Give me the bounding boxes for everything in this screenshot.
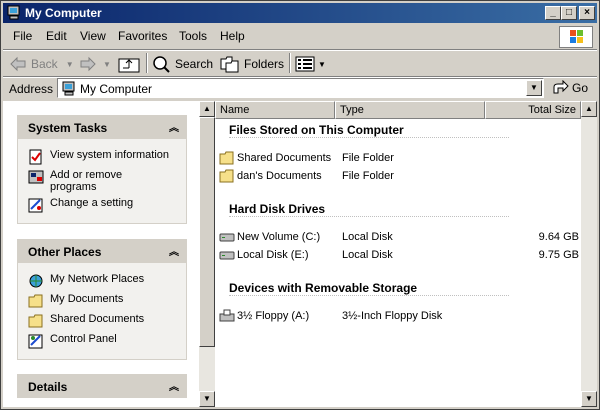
maximize-button[interactable]: □ <box>561 6 577 20</box>
folder-icon <box>219 169 234 183</box>
address-input[interactable]: My Computer ▼ <box>57 78 544 98</box>
task-pane-scrollbar[interactable]: ▲ ▼ <box>199 101 215 407</box>
place-my-network-places[interactable]: My Network Places <box>28 273 186 289</box>
column-header-total-size[interactable]: Total Size <box>485 101 581 119</box>
close-button[interactable]: × <box>579 6 595 20</box>
folders-button[interactable]: Folders <box>220 53 284 75</box>
menu-view[interactable]: View <box>80 29 106 43</box>
group-header: Devices with Removable Storage <box>229 281 418 295</box>
content-area: System Tasks ︽ View system information A… <box>3 101 597 407</box>
scroll-down-button[interactable]: ▼ <box>199 391 215 407</box>
views-button[interactable]: ▼ <box>295 53 326 75</box>
place-shared-documents[interactable]: Shared Documents <box>28 313 186 329</box>
go-button[interactable]: Go <box>551 80 588 96</box>
place-control-panel[interactable]: Control Panel <box>28 333 186 349</box>
hard-disk-icon <box>219 251 235 260</box>
minimize-button[interactable]: _ <box>545 6 561 20</box>
title-bar[interactable]: My Computer _ □ × <box>3 3 597 23</box>
collapse-chevron-icon[interactable]: ︽ <box>169 378 179 393</box>
table-row[interactable]: Shared Documents File Folder <box>219 151 589 167</box>
add-remove-icon <box>28 170 44 184</box>
system-tasks-panel: System Tasks ︽ View system information A… <box>17 115 187 224</box>
table-row[interactable]: 3½ Floppy (A:) 3½-Inch Floppy Disk <box>219 309 589 325</box>
menu-help[interactable]: Help <box>220 29 245 43</box>
forward-arrow-icon <box>80 56 96 72</box>
search-icon <box>153 56 170 73</box>
column-header-name[interactable]: Name <box>215 101 335 119</box>
folder-icon <box>28 314 43 328</box>
table-row[interactable]: dan's Documents File Folder <box>219 169 589 185</box>
menu-tools[interactable]: Tools <box>179 29 207 43</box>
task-view-system-info[interactable]: View system information <box>28 149 186 165</box>
other-places-header[interactable]: Other Places ︽ <box>17 239 187 263</box>
toolbar-separator <box>146 53 148 73</box>
my-computer-icon <box>7 5 20 20</box>
scroll-down-button[interactable]: ▼ <box>581 391 597 407</box>
task-pane-background: System Tasks ︽ View system information A… <box>3 101 199 407</box>
forward-button[interactable]: ▼ <box>79 53 111 75</box>
other-places-panel: Other Places ︽ My Network Places My Docu… <box>17 239 187 360</box>
file-list-scrollbar[interactable]: ▲ ▼ <box>581 101 597 407</box>
column-header-type[interactable]: Type <box>335 101 485 119</box>
details-header[interactable]: Details ︽ <box>17 374 187 398</box>
explorer-window: My Computer _ □ × File Edit View Favorit… <box>0 0 600 410</box>
control-panel-icon <box>28 334 43 349</box>
scroll-thumb[interactable] <box>199 117 215 347</box>
other-places-body: My Network Places My Documents Shared Do… <box>17 263 187 360</box>
menu-bar: File Edit View Favorites Tools Help <box>3 25 597 49</box>
windows-logo <box>559 26 593 48</box>
folder-icon <box>219 151 234 165</box>
system-tasks-body: View system information Add or remove pr… <box>17 139 187 224</box>
file-list-view: Name Type Total Size Files Stored on Thi… <box>215 101 597 407</box>
address-value: My Computer <box>80 82 153 96</box>
group-header: Files Stored on This Computer <box>229 123 404 137</box>
toolbar-separator <box>289 53 291 73</box>
folder-icon <box>28 294 43 308</box>
folders-icon <box>220 56 239 73</box>
group-divider <box>229 295 509 296</box>
back-button[interactable]: Back ▼ <box>9 53 74 75</box>
scroll-up-button[interactable]: ▲ <box>199 101 215 117</box>
hard-disk-icon <box>219 233 235 242</box>
table-row[interactable]: Local Disk (E:) Local Disk 9.75 GB <box>219 248 589 264</box>
address-label: Address <box>9 82 54 96</box>
window-title: My Computer <box>25 6 102 20</box>
task-add-remove-programs[interactable]: Add or remove programs <box>28 169 186 193</box>
table-row[interactable]: New Volume (C:) Local Disk 9.64 GB <box>219 230 589 246</box>
menu-file[interactable]: File <box>13 29 32 43</box>
address-dropdown-button[interactable]: ▼ <box>526 80 542 96</box>
task-pane: System Tasks ︽ View system information A… <box>3 101 199 407</box>
views-icon <box>295 56 315 72</box>
system-tasks-header[interactable]: System Tasks ︽ <box>17 115 187 139</box>
system-info-icon <box>29 149 42 165</box>
network-places-icon <box>29 274 43 288</box>
toolbar: Back ▼ ▼ Search Folders ▼ <box>3 51 597 75</box>
group-header: Hard Disk Drives <box>229 202 326 216</box>
my-computer-icon <box>62 81 75 96</box>
floppy-drive-icon <box>219 309 235 322</box>
control-setting-icon <box>28 198 43 213</box>
back-arrow-icon <box>10 56 26 72</box>
collapse-chevron-icon[interactable]: ︽ <box>169 243 179 258</box>
collapse-chevron-icon[interactable]: ︽ <box>169 119 179 134</box>
go-arrow-icon <box>553 80 569 94</box>
details-panel: Details ︽ <box>17 374 187 398</box>
task-change-setting[interactable]: Change a setting <box>28 197 186 213</box>
address-bar: Address My Computer ▼ Go <box>3 77 597 101</box>
menu-favorites[interactable]: Favorites <box>118 29 167 43</box>
scroll-up-button[interactable]: ▲ <box>581 101 597 117</box>
search-button[interactable]: Search <box>151 53 213 75</box>
up-folder-button[interactable] <box>118 53 140 75</box>
place-my-documents[interactable]: My Documents <box>28 293 186 309</box>
group-divider <box>229 216 509 217</box>
up-folder-icon <box>118 58 140 73</box>
menu-edit[interactable]: Edit <box>46 29 67 43</box>
group-divider <box>229 137 509 138</box>
